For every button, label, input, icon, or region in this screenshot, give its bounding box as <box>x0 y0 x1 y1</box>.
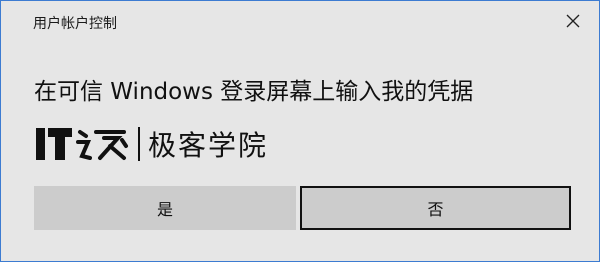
brand-watermark: 极客学院 <box>34 124 268 164</box>
window-title: 用户帐户控制 <box>33 16 117 32</box>
title-bar: 用户帐户控制 <box>1 1 599 39</box>
ithome-logo <box>36 128 128 160</box>
uac-dialog: 用户帐户控制 在可信 Windows 登录屏幕上输入我的凭据 极客学院 是 否 <box>0 0 600 262</box>
brand-divider <box>138 127 140 161</box>
close-icon <box>566 14 580 28</box>
yes-button[interactable]: 是 <box>34 186 296 230</box>
no-button[interactable]: 否 <box>300 186 571 230</box>
close-button[interactable] <box>561 9 585 33</box>
dialog-heading: 在可信 Windows 登录屏幕上输入我的凭据 <box>34 79 474 105</box>
brand-name: 极客学院 <box>148 129 269 162</box>
